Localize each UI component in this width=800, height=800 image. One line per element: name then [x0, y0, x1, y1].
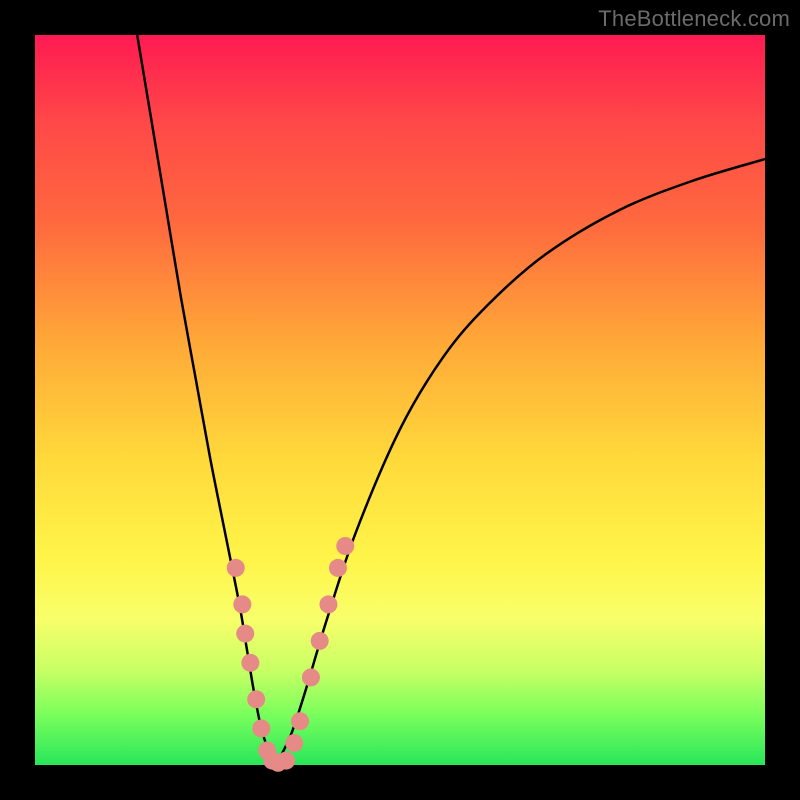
watermark-text: TheBottleneck.com: [598, 6, 790, 32]
data-marker: [233, 595, 251, 613]
data-marker: [311, 632, 329, 650]
data-marker: [227, 559, 245, 577]
data-marker: [291, 712, 309, 730]
plot-area: [35, 35, 765, 765]
data-marker: [241, 654, 259, 672]
data-marker: [277, 752, 295, 770]
data-marker: [336, 537, 354, 555]
data-marker: [319, 595, 337, 613]
right-curve: [276, 159, 765, 765]
marker-group: [227, 537, 355, 772]
data-marker: [236, 625, 254, 643]
chart-svg: [35, 35, 765, 765]
data-marker: [302, 668, 320, 686]
chart-container: TheBottleneck.com: [0, 0, 800, 800]
data-marker: [285, 734, 303, 752]
data-marker: [329, 559, 347, 577]
data-marker: [247, 690, 265, 708]
data-marker: [252, 720, 270, 738]
